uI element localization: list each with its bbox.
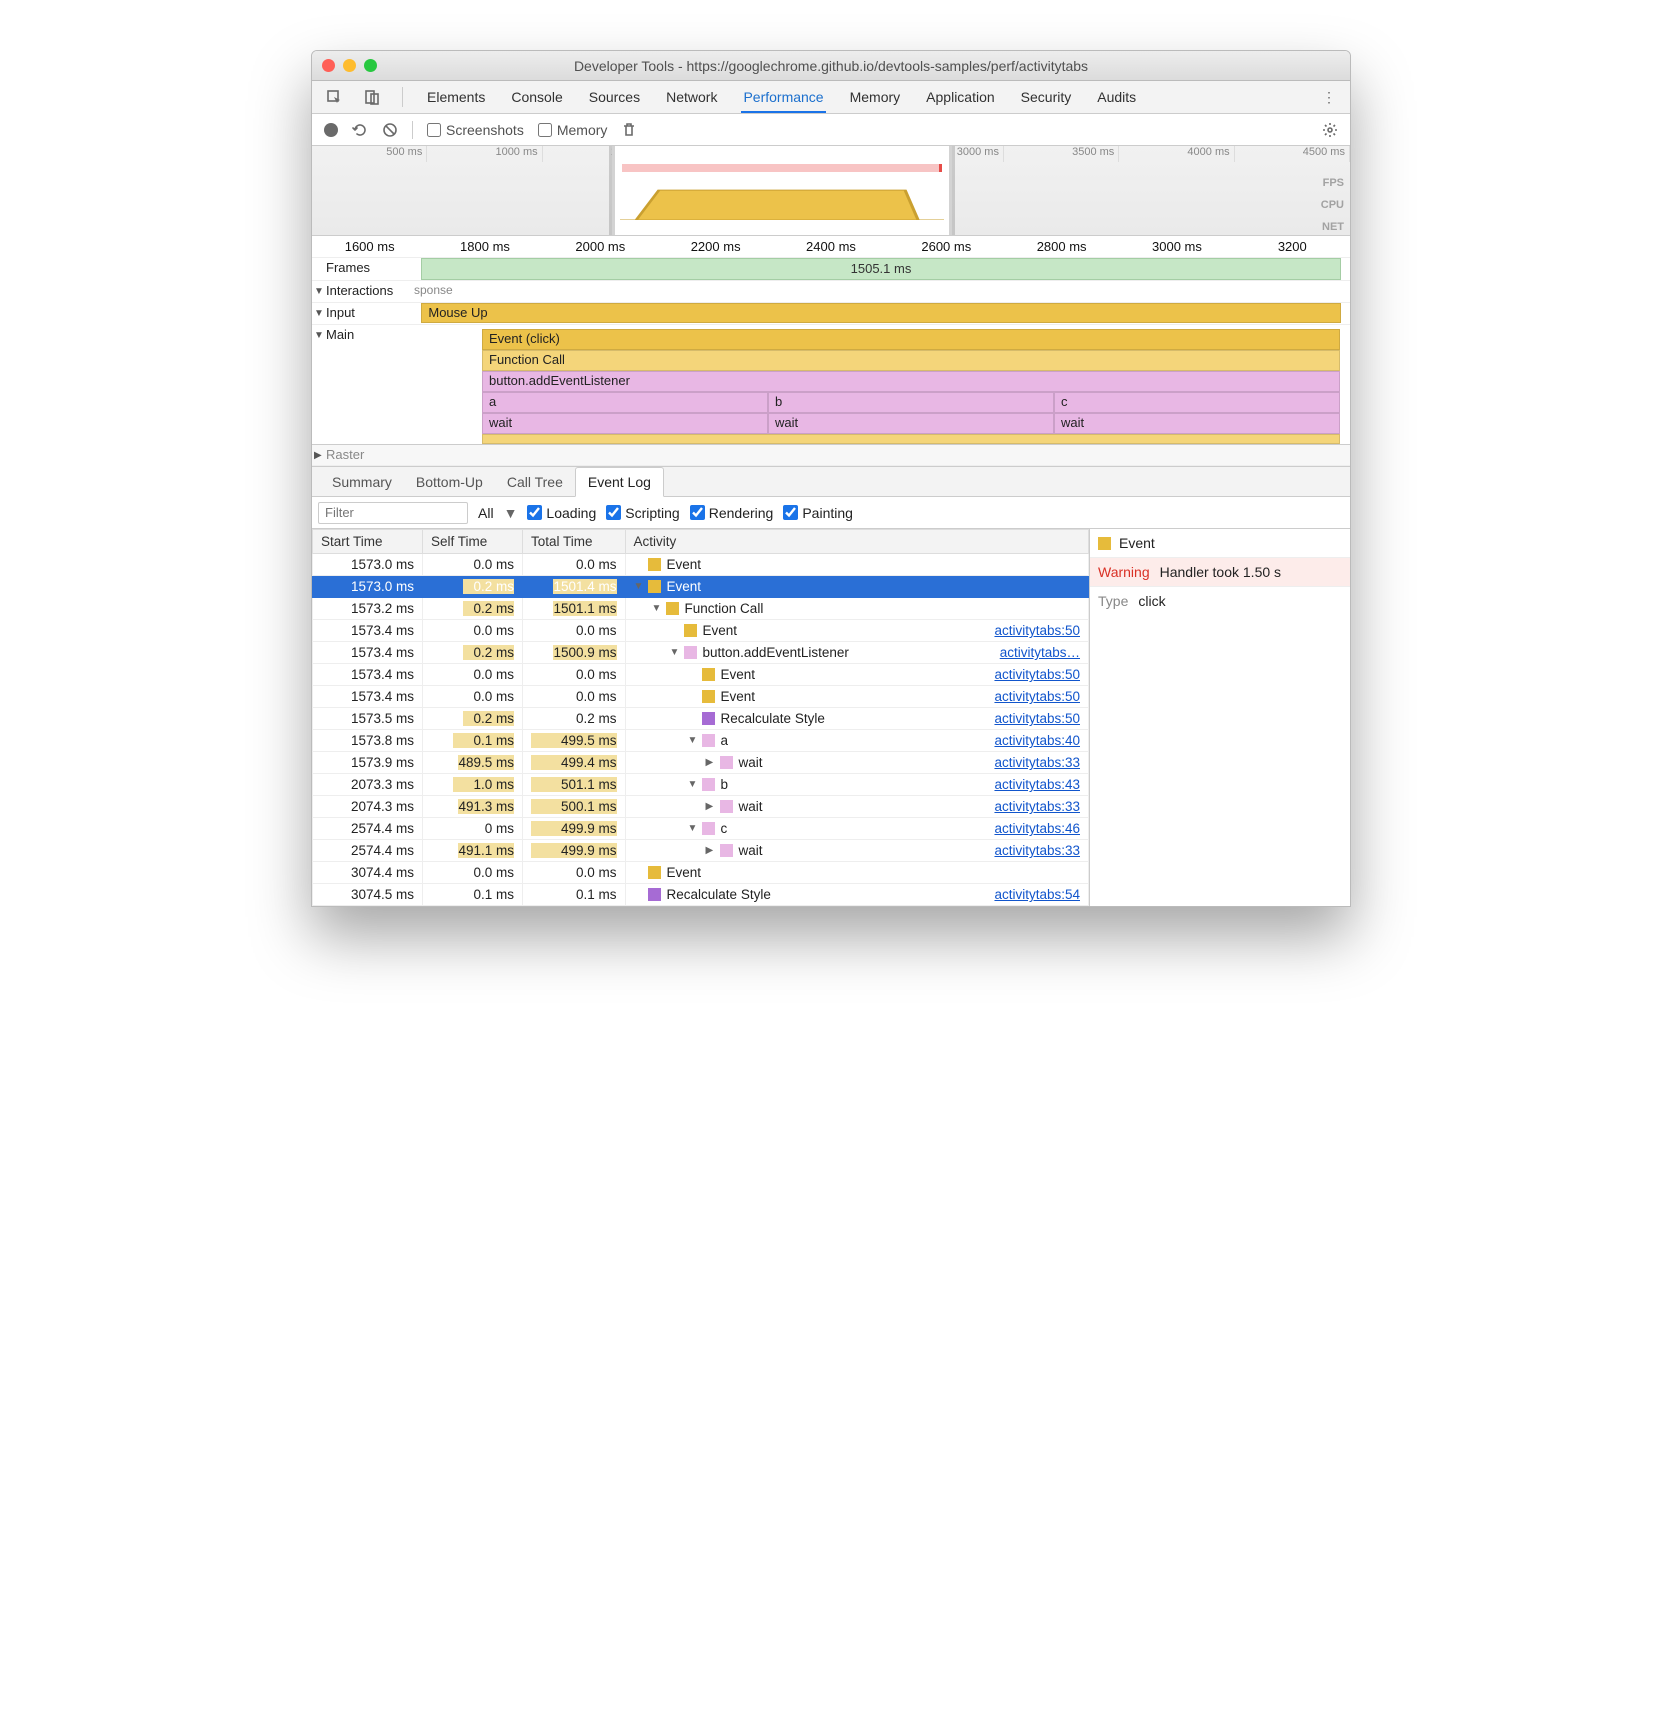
frames-label: Frames bbox=[312, 258, 412, 280]
source-link[interactable]: activitytabs:46 bbox=[994, 821, 1080, 836]
rendering-checkbox[interactable]: Rendering bbox=[690, 505, 774, 521]
table-row[interactable]: 1573.8 ms0.1 ms499.5 ms▼aactivitytabs:40 bbox=[313, 730, 1089, 752]
source-link[interactable]: activitytabs:50 bbox=[994, 711, 1080, 726]
loading-checkbox[interactable]: Loading bbox=[527, 505, 596, 521]
source-link[interactable]: activitytabs:50 bbox=[994, 689, 1080, 704]
screenshots-checkbox[interactable]: Screenshots bbox=[427, 122, 524, 138]
details-warning: WarningHandler took 1.50 s bbox=[1090, 558, 1350, 587]
table-row[interactable]: 1573.0 ms0.0 ms0.0 msEvent bbox=[313, 554, 1089, 576]
table-row[interactable]: 2574.4 ms0 ms499.9 ms▼cactivitytabs:46 bbox=[313, 818, 1089, 840]
details-head: Event bbox=[1090, 529, 1350, 558]
scripting-checkbox[interactable]: Scripting bbox=[606, 505, 679, 521]
frame-bar[interactable]: 1505.1 ms bbox=[421, 258, 1340, 280]
tab-performance[interactable]: Performance bbox=[741, 89, 825, 113]
timeline: 1600 ms1800 ms2000 ms2200 ms2400 ms2600 … bbox=[312, 236, 1350, 467]
tab-network[interactable]: Network bbox=[664, 89, 719, 105]
device-icon[interactable] bbox=[364, 89, 380, 105]
perf-toolbar: Screenshots Memory bbox=[312, 114, 1350, 146]
source-link[interactable]: activitytabs:50 bbox=[994, 623, 1080, 638]
subtab-event-log[interactable]: Event Log bbox=[575, 467, 664, 497]
table-row[interactable]: 1573.4 ms0.0 ms0.0 msEventactivitytabs:5… bbox=[313, 664, 1089, 686]
more-icon[interactable]: ⋮ bbox=[1322, 89, 1336, 106]
table-row[interactable]: 1573.2 ms0.2 ms1501.1 ms▼Function Call bbox=[313, 598, 1089, 620]
filter-all[interactable]: All bbox=[478, 505, 494, 521]
source-link[interactable]: activitytabs:43 bbox=[994, 777, 1080, 792]
overview[interactable]: 500 ms1000 ms1500 ms2000 ms2500 ms3000 m… bbox=[312, 146, 1350, 236]
reload-icon[interactable] bbox=[352, 122, 368, 138]
filter-input[interactable] bbox=[318, 502, 468, 524]
table-row[interactable]: 3074.5 ms0.1 ms0.1 msRecalculate Styleac… bbox=[313, 884, 1089, 906]
filter-row: All▼ Loading Scripting Rendering Paintin… bbox=[312, 497, 1350, 529]
tab-sources[interactable]: Sources bbox=[587, 89, 642, 105]
devtools-window: Developer Tools - https://googlechrome.g… bbox=[311, 50, 1351, 907]
raster-label[interactable]: ▶Raster bbox=[312, 445, 412, 465]
source-link[interactable]: activitytabs:54 bbox=[994, 887, 1080, 902]
content: Start TimeSelf TimeTotal TimeActivity 15… bbox=[312, 529, 1350, 906]
source-link[interactable]: activitytabs… bbox=[1000, 645, 1080, 660]
source-link[interactable]: activitytabs:50 bbox=[994, 667, 1080, 682]
source-link[interactable]: activitytabs:33 bbox=[994, 799, 1080, 814]
record-button[interactable] bbox=[324, 123, 338, 137]
settings-icon[interactable] bbox=[1322, 122, 1338, 138]
tab-memory[interactable]: Memory bbox=[848, 89, 903, 105]
table-row[interactable]: 1573.0 ms0.2 ms1501.4 ms▼Event bbox=[313, 576, 1089, 598]
event-icon bbox=[1098, 537, 1111, 550]
painting-checkbox[interactable]: Painting bbox=[783, 505, 853, 521]
overview-selection[interactable] bbox=[612, 146, 952, 235]
subtab-bottom-up[interactable]: Bottom-Up bbox=[404, 468, 495, 496]
tab-elements[interactable]: Elements bbox=[425, 89, 487, 105]
table-row[interactable]: 1573.9 ms489.5 ms499.4 ms▶waitactivityta… bbox=[313, 752, 1089, 774]
tab-audits[interactable]: Audits bbox=[1095, 89, 1138, 105]
details-panel: Event WarningHandler took 1.50 s Typecli… bbox=[1090, 529, 1350, 906]
clear-icon[interactable] bbox=[382, 122, 398, 138]
table-row[interactable]: 2074.3 ms491.3 ms500.1 ms▶waitactivityta… bbox=[313, 796, 1089, 818]
tab-console[interactable]: Console bbox=[509, 89, 564, 105]
table-row[interactable]: 1573.4 ms0.0 ms0.0 msEventactivitytabs:5… bbox=[313, 686, 1089, 708]
tab-security[interactable]: Security bbox=[1019, 89, 1074, 105]
tab-application[interactable]: Application bbox=[924, 89, 997, 105]
main-label[interactable]: ▼Main bbox=[312, 325, 412, 444]
trash-icon[interactable] bbox=[621, 122, 637, 138]
interactions-label[interactable]: ▼Interactions bbox=[312, 281, 412, 302]
source-link[interactable]: activitytabs:33 bbox=[994, 843, 1080, 858]
details-type: Typeclick bbox=[1090, 587, 1350, 615]
event-log-table: Start TimeSelf TimeTotal TimeActivity 15… bbox=[312, 529, 1089, 906]
table-row[interactable]: 3074.4 ms0.0 ms0.0 msEvent bbox=[313, 862, 1089, 884]
input-event-bar[interactable]: Mouse Up bbox=[421, 303, 1340, 323]
inspect-icon[interactable] bbox=[326, 89, 342, 105]
timeline-ruler: 1600 ms1800 ms2000 ms2200 ms2400 ms2600 … bbox=[312, 236, 1350, 258]
table-row[interactable]: 2073.3 ms1.0 ms501.1 ms▼bactivitytabs:43 bbox=[313, 774, 1089, 796]
event-log-panel: Start TimeSelf TimeTotal TimeActivity 15… bbox=[312, 529, 1090, 906]
title-bar: Developer Tools - https://googlechrome.g… bbox=[312, 51, 1350, 81]
input-label[interactable]: ▼Input bbox=[312, 303, 412, 324]
table-row[interactable]: 1573.4 ms0.0 ms0.0 msEventactivitytabs:5… bbox=[313, 620, 1089, 642]
table-row[interactable]: 1573.5 ms0.2 ms0.2 msRecalculate Styleac… bbox=[313, 708, 1089, 730]
window-title: Developer Tools - https://googlechrome.g… bbox=[312, 58, 1350, 74]
subtab-summary[interactable]: Summary bbox=[320, 468, 404, 496]
subtab-call-tree[interactable]: Call Tree bbox=[495, 468, 575, 496]
flame-chart[interactable]: Event (click) Function Call button.addEv… bbox=[412, 325, 1350, 444]
source-link[interactable]: activitytabs:33 bbox=[994, 755, 1080, 770]
memory-checkbox[interactable]: Memory bbox=[538, 122, 608, 138]
source-link[interactable]: activitytabs:40 bbox=[994, 733, 1080, 748]
sub-tabs: SummaryBottom-UpCall TreeEvent Log bbox=[312, 467, 1350, 497]
table-row[interactable]: 1573.4 ms0.2 ms1500.9 ms▼button.addEvent… bbox=[313, 642, 1089, 664]
main-tabs: Elements Console Sources Network Performance… bbox=[312, 81, 1350, 114]
table-row[interactable]: 2574.4 ms491.1 ms499.9 ms▶waitactivityta… bbox=[313, 840, 1089, 862]
